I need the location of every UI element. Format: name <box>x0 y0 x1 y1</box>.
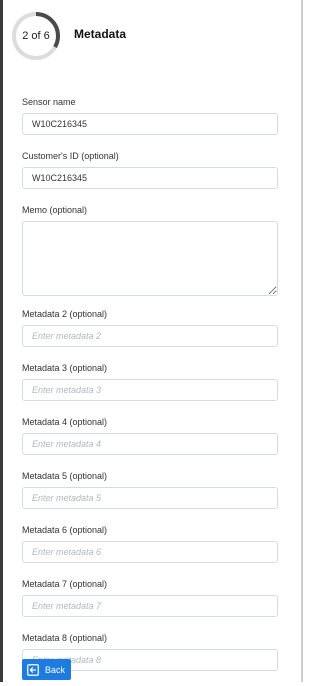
customer-id-input[interactable] <box>22 167 278 189</box>
step-progress-text: 2 of 6 <box>22 30 50 42</box>
back-button-label: Back <box>45 664 66 675</box>
metadata-4-input[interactable] <box>22 433 278 455</box>
metadata-5-input[interactable] <box>22 487 278 509</box>
sensor-name-label: Sensor name <box>22 97 76 107</box>
metadata-3-input[interactable] <box>22 379 278 401</box>
memo-textarea[interactable] <box>22 221 278 296</box>
customer-id-group: Customer's ID (optional) <box>22 150 278 189</box>
sensor-name-group: Sensor name <box>22 96 278 135</box>
step-header: 2 of 6 Metadata <box>11 11 291 63</box>
metadata-3-label: Metadata 3 (optional) <box>22 363 108 373</box>
metadata-form: Sensor name Customer's ID (optional) Mem… <box>22 96 278 686</box>
memo-group: Memo (optional) <box>22 204 278 296</box>
metadata-5-label: Metadata 5 (optional) <box>22 471 108 481</box>
metadata-6-label: Metadata 6 (optional) <box>22 525 108 535</box>
customer-id-label: Customer's ID (optional) <box>22 151 119 161</box>
step-progress-ring: 2 of 6 <box>11 11 61 61</box>
memo-label: Memo (optional) <box>22 205 88 215</box>
metadata-8-label: Metadata 8 (optional) <box>22 633 108 643</box>
metadata-7-label: Metadata 7 (optional) <box>22 579 108 589</box>
metadata-2-label: Metadata 2 (optional) <box>22 309 108 319</box>
metadata-2-input[interactable] <box>22 325 278 347</box>
metadata-4-group: Metadata 4 (optional) <box>22 416 278 455</box>
back-button[interactable]: Back <box>22 659 71 680</box>
back-arrow-icon <box>27 663 39 676</box>
metadata-5-group: Metadata 5 (optional) <box>22 470 278 509</box>
step-title: Metadata <box>74 27 127 41</box>
metadata-7-input[interactable] <box>22 595 278 617</box>
sensor-name-input[interactable] <box>22 113 278 135</box>
window-right-edge <box>301 0 303 682</box>
window-left-edge <box>0 0 3 682</box>
metadata-7-group: Metadata 7 (optional) <box>22 578 278 617</box>
metadata-4-label: Metadata 4 (optional) <box>22 417 108 427</box>
metadata-6-input[interactable] <box>22 541 278 563</box>
metadata-6-group: Metadata 6 (optional) <box>22 524 278 563</box>
metadata-3-group: Metadata 3 (optional) <box>22 362 278 401</box>
metadata-2-group: Metadata 2 (optional) <box>22 308 278 347</box>
